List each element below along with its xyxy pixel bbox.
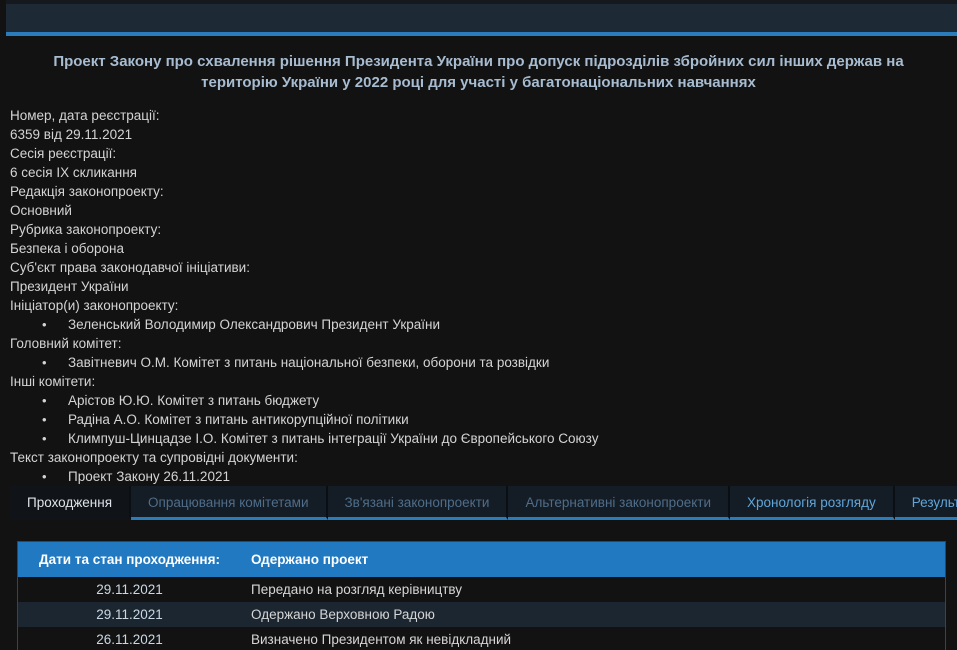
other-committee-list-item[interactable]: •Климпуш-Цинцадзе І.О. Комітет з питань … bbox=[10, 429, 947, 448]
field-value-session: 6 сесія IX скликання bbox=[10, 163, 947, 182]
bullet-icon: • bbox=[42, 315, 68, 334]
document-link-text: Проект Закону 26.11.2021 bbox=[68, 469, 230, 484]
field-label-documents: Текст законопроекту та супровідні докуме… bbox=[10, 448, 947, 467]
bullet-icon: • bbox=[42, 429, 68, 448]
tab-related-bills[interactable]: Зв'язані законопроекти bbox=[328, 486, 509, 520]
other-committee-name: Арістов Ю.Ю. Комітет з питань бюджету bbox=[68, 393, 319, 408]
tab-bar: Проходження Опрацювання комітетами Зв'яз… bbox=[10, 486, 957, 523]
passage-table: Дати та стан проходження: Одержано проек… bbox=[17, 541, 946, 650]
field-value-registration: 6359 від 29.11.2021 bbox=[10, 125, 947, 144]
tab-review-chronology[interactable]: Хронологія розгляду bbox=[730, 486, 895, 520]
bullet-icon: • bbox=[42, 391, 68, 410]
other-committee-list-item[interactable]: •Арістов Ю.Ю. Комітет з питань бюджету bbox=[10, 391, 947, 410]
table-row: 29.11.2021 Одержано Верховною Радою bbox=[18, 602, 945, 627]
initiator-list-item[interactable]: •Зеленський Володимир Олександрович През… bbox=[10, 315, 947, 334]
top-bar-left-notch bbox=[0, 0, 6, 36]
bill-details: Номер, дата реєстрації: 6359 від 29.11.2… bbox=[10, 106, 947, 486]
field-label-main-committee: Головний комітет: bbox=[10, 334, 947, 353]
field-label-initiative-subject: Суб'єкт права законодавчої ініціативи: bbox=[10, 258, 947, 277]
tab-committee-processing[interactable]: Опрацювання комітетами bbox=[131, 486, 327, 520]
row-date: 26.11.2021 bbox=[18, 632, 241, 647]
tab-passage[interactable]: Проходження bbox=[10, 486, 131, 520]
tab-alternative-bills[interactable]: Альтернативні законопроекти bbox=[508, 486, 730, 520]
other-committee-name: Радіна А.О. Комітет з питань антикорупці… bbox=[68, 412, 409, 427]
field-value-initiative-subject: Президент України bbox=[10, 277, 947, 296]
passage-table-header: Дати та стан проходження: Одержано проек… bbox=[18, 542, 945, 577]
page-title: Проект Закону про схвалення рішення През… bbox=[14, 51, 943, 93]
row-date: 29.11.2021 bbox=[18, 607, 241, 622]
field-value-redaction: Основний bbox=[10, 201, 947, 220]
column-header-dates: Дати та стан проходження: bbox=[18, 552, 241, 567]
table-row: 29.11.2021 Передано на розгляд керівницт… bbox=[18, 577, 945, 602]
bullet-icon: • bbox=[42, 467, 68, 486]
field-label-rubric: Рубрика законопроекту: bbox=[10, 220, 947, 239]
row-status: Одержано Верховною Радою bbox=[241, 607, 945, 622]
bullet-icon: • bbox=[42, 353, 68, 372]
row-status: Визначено Президентом як невідкладний bbox=[241, 632, 945, 647]
field-label-registration: Номер, дата реєстрації: bbox=[10, 106, 947, 125]
initiator-name: Зеленський Володимир Олександрович Прези… bbox=[68, 317, 440, 332]
table-row: 26.11.2021 Визначено Президентом як неві… bbox=[18, 627, 945, 650]
row-date: 29.11.2021 bbox=[18, 582, 241, 597]
row-status: Передано на розгляд керівництву bbox=[241, 582, 945, 597]
bullet-icon: • bbox=[42, 410, 68, 429]
top-bar bbox=[0, 0, 957, 36]
column-header-status: Одержано проект bbox=[241, 552, 945, 567]
main-committee-name: Завітневич О.М. Комітет з питань націона… bbox=[68, 355, 549, 370]
other-committee-name: Климпуш-Цинцадзе І.О. Комітет з питань і… bbox=[68, 431, 598, 446]
field-label-other-committees: Інші комітети: bbox=[10, 372, 947, 391]
field-value-rubric: Безпека і оборона bbox=[10, 239, 947, 258]
other-committee-list-item[interactable]: •Радіна А.О. Комітет з питань антикорупц… bbox=[10, 410, 947, 429]
field-label-redaction: Редакція законопроекту: bbox=[10, 182, 947, 201]
document-link-item[interactable]: •Проект Закону 26.11.2021 bbox=[10, 467, 947, 486]
field-label-initiators: Ініціатор(и) законопроекту: bbox=[10, 296, 947, 315]
field-label-session: Сесія реєстрації: bbox=[10, 144, 947, 163]
tab-voting-results[interactable]: Результати голосування bbox=[895, 486, 957, 520]
main-committee-list-item[interactable]: •Завітневич О.М. Комітет з питань націон… bbox=[10, 353, 947, 372]
